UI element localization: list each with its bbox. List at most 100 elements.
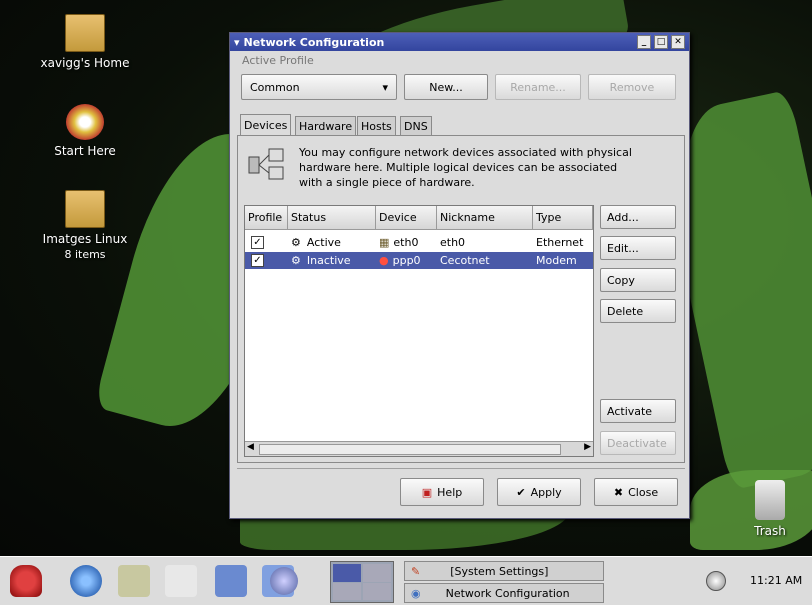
profile-select[interactable]: Common ▾ xyxy=(241,74,397,100)
scroll-right-icon[interactable]: ▶ xyxy=(584,442,591,452)
add-button[interactable]: Add... xyxy=(600,205,676,229)
writer-icon[interactable] xyxy=(165,565,197,597)
desktop-icon-imatges-linux[interactable]: Imatges Linux 8 items xyxy=(30,190,140,262)
devices-description: You may configure network devices associ… xyxy=(299,146,632,189)
tab-devices[interactable]: Devices xyxy=(240,114,292,136)
window-titlebar[interactable]: ▾ Network Configuration _ □ ✕ xyxy=(230,33,689,51)
task-network-configuration[interactable]: ◉ Network Configuration xyxy=(404,583,604,603)
settings-icon: ✎ xyxy=(411,564,421,578)
status-cell: ⚙ Inactive xyxy=(291,252,351,269)
scroll-left-icon[interactable]: ◀ xyxy=(247,442,254,452)
close-button[interactable]: ✖ Close xyxy=(594,478,678,506)
column-header-nickname[interactable]: Nickname xyxy=(437,206,533,230)
workspace-switcher[interactable] xyxy=(330,561,394,603)
nickname-cell: eth0 xyxy=(440,236,466,249)
column-header-profile[interactable]: Profile xyxy=(245,206,288,230)
delete-button[interactable]: Delete xyxy=(600,299,676,323)
help-button[interactable]: ▣ Help xyxy=(400,478,484,506)
button-separator xyxy=(237,468,685,469)
chevron-down-icon: ▾ xyxy=(382,80,388,94)
column-header-status[interactable]: Status xyxy=(288,206,376,230)
desktop-icon-start-here[interactable]: Start Here xyxy=(30,104,140,159)
new-profile-button[interactable]: New... xyxy=(404,74,488,100)
web-browser-icon[interactable] xyxy=(70,565,102,597)
redhat-menu-icon[interactable] xyxy=(10,565,42,597)
edit-button[interactable]: Edit... xyxy=(600,236,676,260)
checkmark-icon: ✔ xyxy=(516,485,526,499)
close-icon[interactable]: ✕ xyxy=(671,35,685,49)
workspace-4[interactable] xyxy=(363,583,391,600)
close-x-icon: ✖ xyxy=(613,485,624,499)
device-text: eth0 xyxy=(393,236,419,249)
deactivate-button[interactable]: Deactivate xyxy=(600,431,676,455)
task-system-settings[interactable]: ✎ [System Settings] xyxy=(404,561,604,581)
help-label: Help xyxy=(437,485,463,499)
apply-button[interactable]: ✔ Apply xyxy=(497,478,581,506)
taskbar: ✎ [System Settings] ◉ Network Configurat… xyxy=(0,556,812,605)
maximize-icon[interactable]: □ xyxy=(654,35,668,49)
help-icon: ▣ xyxy=(421,485,433,499)
desktop-icon-label: Start Here xyxy=(54,144,116,158)
profile-cell[interactable]: ✓ xyxy=(251,252,264,269)
nickname-cell: Cecotnet xyxy=(440,254,490,267)
folder-icon xyxy=(65,190,105,228)
devices-list[interactable]: Profile Status Device Nickname Type ✓ ⚙ A… xyxy=(244,205,594,457)
column-header-type[interactable]: Type xyxy=(533,206,593,230)
trash-icon xyxy=(755,480,785,520)
status-text: Inactive xyxy=(306,254,351,267)
network-devices-icon xyxy=(247,145,287,185)
horizontal-scrollbar[interactable]: ◀ ▶ xyxy=(245,441,593,456)
print-manager-icon[interactable] xyxy=(270,567,298,595)
desktop-icon-label: Imatges Linux xyxy=(42,232,128,246)
copy-button[interactable]: Copy xyxy=(600,268,676,292)
profile-checkbox[interactable]: ✓ xyxy=(251,236,264,249)
network-active-icon: ⚙ xyxy=(291,236,301,249)
network-icon: ◉ xyxy=(411,586,421,600)
desktop-icon-sublabel: 8 items xyxy=(64,248,106,261)
table-row[interactable]: ✓ ⚙ Inactive ● ppp0 Cecotnet Modem xyxy=(245,252,593,269)
ethernet-card-icon: ▦ xyxy=(379,236,390,249)
type-cell: Modem xyxy=(536,254,577,267)
profile-checkbox[interactable]: ✓ xyxy=(251,254,264,267)
profile-select-value: Common xyxy=(250,80,300,94)
profile-cell[interactable]: ✓ xyxy=(251,234,264,251)
update-agent-icon[interactable] xyxy=(706,571,726,591)
window-title: Network Configuration xyxy=(243,35,385,49)
clock[interactable]: 11:21 AM xyxy=(750,574,802,587)
modem-icon: ● xyxy=(379,254,389,267)
status-cell: ⚙ Active xyxy=(291,234,341,251)
workspace-2[interactable] xyxy=(363,564,391,582)
tab-hardware[interactable]: Hardware xyxy=(295,116,357,136)
workspace-1[interactable] xyxy=(333,564,361,582)
rename-profile-button[interactable]: Rename... xyxy=(495,74,581,100)
tab-hosts[interactable]: Hosts xyxy=(357,116,396,136)
scrollbar-thumb[interactable] xyxy=(259,444,561,455)
impress-icon[interactable] xyxy=(215,565,247,597)
email-icon[interactable] xyxy=(118,565,150,597)
window-menu-icon[interactable]: ▾ xyxy=(234,36,240,49)
device-cell: ▦ eth0 xyxy=(379,234,418,251)
device-cell: ● ppp0 xyxy=(379,252,421,269)
status-text: Active xyxy=(306,236,341,249)
remove-profile-button[interactable]: Remove xyxy=(588,74,676,100)
apply-label: Apply xyxy=(530,485,562,499)
device-text: ppp0 xyxy=(392,254,421,267)
task-label: [System Settings] xyxy=(450,564,549,578)
tab-dns[interactable]: DNS xyxy=(400,116,432,136)
type-cell: Ethernet xyxy=(536,236,584,249)
start-here-icon xyxy=(66,104,104,140)
desktop-icon-home[interactable]: xavigg's Home xyxy=(30,14,140,71)
minimize-icon[interactable]: _ xyxy=(637,35,651,49)
table-row[interactable]: ✓ ⚙ Active ▦ eth0 eth0 Ethernet xyxy=(245,234,593,251)
column-header-device[interactable]: Device xyxy=(376,206,437,230)
desktop-icon-label: Trash xyxy=(754,524,786,538)
task-label: Network Configuration xyxy=(445,586,570,600)
desktop-icon-trash[interactable]: Trash xyxy=(735,480,805,539)
workspace-3[interactable] xyxy=(333,583,361,600)
home-folder-icon xyxy=(65,14,105,52)
close-label: Close xyxy=(628,485,659,499)
active-profile-label: Active Profile xyxy=(242,54,314,67)
desktop-icon-label: xavigg's Home xyxy=(40,56,130,70)
network-inactive-icon: ⚙ xyxy=(291,254,301,267)
activate-button[interactable]: Activate xyxy=(600,399,676,423)
